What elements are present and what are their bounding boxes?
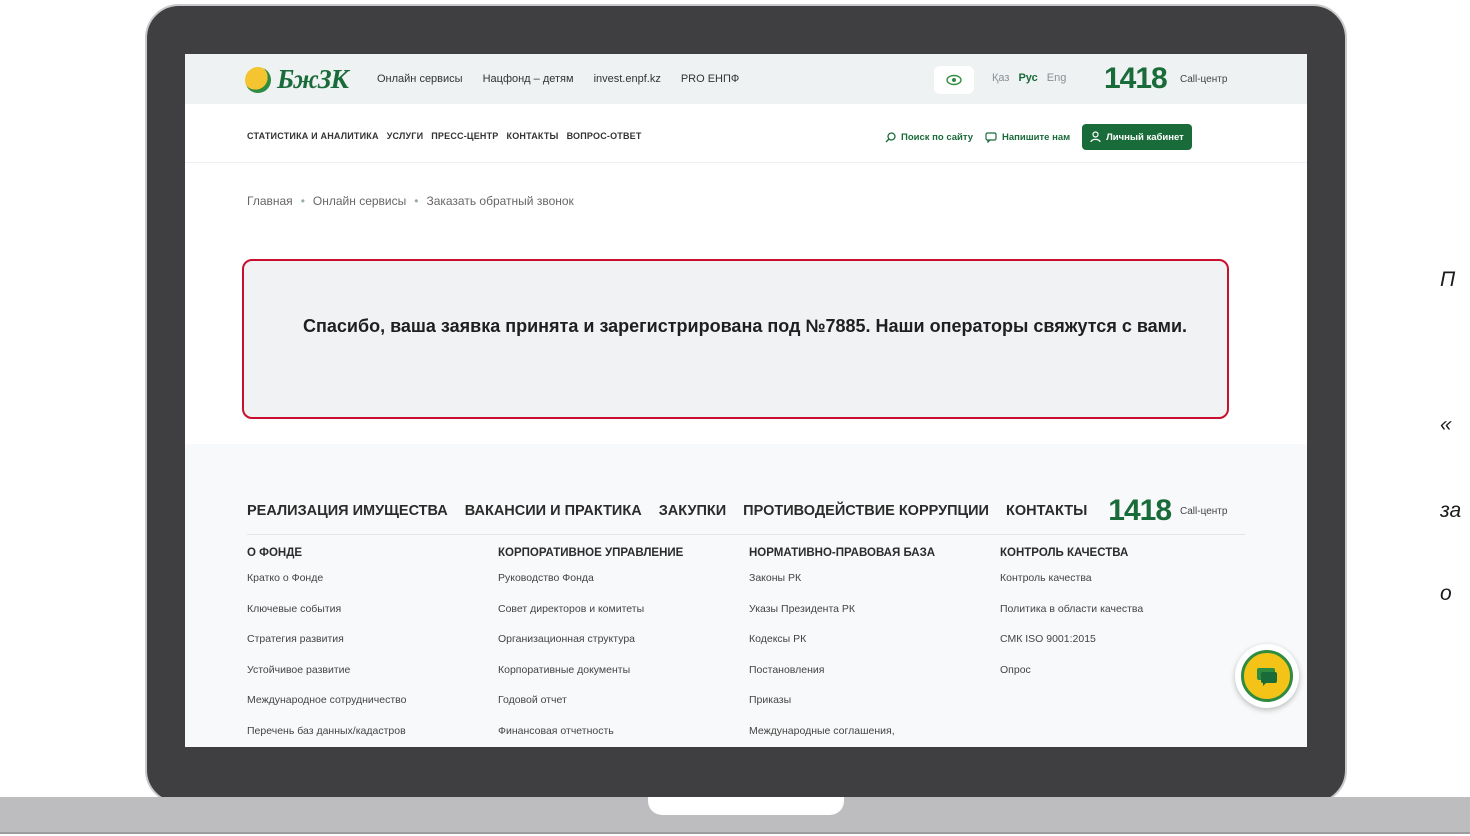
lang-rus[interactable]: Рус: [1018, 72, 1037, 84]
footer-link[interactable]: Законы РК: [749, 572, 989, 603]
footer-phone-label: Call-центр: [1180, 505, 1228, 517]
footer-link[interactable]: Указы Президента РК: [749, 603, 989, 634]
footer-link[interactable]: Постановления: [749, 664, 989, 695]
logo-mark-icon: [245, 66, 271, 93]
breadcrumb-separator: •: [414, 194, 419, 208]
top-nav: Онлайн сервисы Нацфонд – детям invest.en…: [377, 73, 739, 85]
nav-faq[interactable]: ВОПРОС-ОТВЕТ: [567, 131, 642, 141]
call-center-label: Call-центр: [1180, 74, 1228, 85]
breadcrumb: Главная • Онлайн сервисы • Заказать обра…: [247, 194, 574, 208]
footer-link[interactable]: Организационная структура: [498, 633, 738, 664]
footer-nav-vacancies[interactable]: ВАКАНСИИ И ПРАКТИКА: [465, 503, 642, 519]
lang-eng[interactable]: Eng: [1047, 72, 1067, 84]
main-nav: СТАТИСТИКА И АНАЛИТИКА УСЛУГИ ПРЕСС-ЦЕНТ…: [247, 131, 642, 141]
footer-link[interactable]: Кодексы РК: [749, 633, 989, 664]
footer-link[interactable]: Ключевые события: [247, 603, 487, 634]
top-nav-natsfond-children[interactable]: Нацфонд – детям: [483, 73, 574, 85]
footer-column-about: О ФОНДЕ Кратко о Фонде Ключевые события …: [247, 547, 487, 747]
footer-column-title: О ФОНДЕ: [247, 547, 303, 559]
footer-link[interactable]: СМК ISO 9001:2015: [1000, 633, 1240, 664]
nav-statistics[interactable]: СТАТИСТИКА И АНАЛИТИКА: [247, 131, 379, 141]
call-center-phone[interactable]: 1418: [1104, 62, 1168, 96]
breadcrumb-separator: •: [300, 194, 305, 208]
footer-phone[interactable]: 1418: [1108, 494, 1172, 528]
search-site-label: Поиск по сайту: [901, 131, 974, 143]
personal-cabinet-label: Личный кабинет: [1106, 131, 1184, 143]
breadcrumb-online-services[interactable]: Онлайн сервисы: [313, 194, 406, 208]
footer-link[interactable]: Опрос: [1000, 664, 1240, 695]
side-text-2: «: [1440, 413, 1452, 436]
top-bar: БжЗК Онлайн сервисы Нацфонд – детям inve…: [185, 54, 1307, 104]
logo-text: БжЗК: [277, 64, 349, 94]
header-tools: Поиск по сайту Напишите нам Личный кабин…: [885, 124, 1192, 150]
footer-link[interactable]: Контроль качества: [1000, 572, 1240, 603]
chat-widget-inner: [1241, 650, 1293, 702]
personal-cabinet-button[interactable]: Личный кабинет: [1082, 124, 1192, 150]
breadcrumb-home[interactable]: Главная: [247, 194, 293, 208]
top-nav-online-services[interactable]: Онлайн сервисы: [377, 73, 463, 85]
accessibility-eye-button[interactable]: [934, 66, 974, 94]
footer-link[interactable]: Международные соглашения,: [749, 725, 989, 748]
browser-screen: БжЗК Онлайн сервисы Нацфонд – детям inve…: [185, 54, 1307, 747]
footer-column-title: КОНТРОЛЬ КАЧЕСТВА: [1000, 547, 1129, 559]
footer-link[interactable]: Политика в области качества: [1000, 603, 1240, 634]
lang-kaz[interactable]: Қаз: [992, 72, 1009, 84]
footer-column-legal: НОРМАТИВНО-ПРАВОВАЯ БАЗА Законы РК Указы…: [749, 547, 989, 747]
nav-contacts[interactable]: КОНТАКТЫ: [507, 131, 559, 141]
footer-nav: РЕАЛИЗАЦИЯ ИМУЩЕСТВА ВАКАНСИИ И ПРАКТИКА…: [247, 494, 1227, 528]
footer-divider: [247, 534, 1245, 535]
language-switcher: Қаз Рус Eng: [992, 72, 1066, 84]
footer-link[interactable]: Приказы: [749, 694, 989, 725]
footer-link[interactable]: Корпоративные документы: [498, 664, 738, 695]
breadcrumb-current: Заказать обратный звонок: [426, 194, 574, 208]
side-text-4: о: [1440, 582, 1452, 605]
footer-column-title: КОРПОРАТИВНОЕ УПРАВЛЕНИЕ: [498, 547, 684, 559]
footer-column-corporate: КОРПОРАТИВНОЕ УПРАВЛЕНИЕ Руководство Фон…: [498, 547, 738, 747]
footer-link[interactable]: Финансовая отчетность: [498, 725, 738, 748]
side-text-1: П: [1440, 268, 1456, 291]
message-icon: [985, 131, 997, 143]
search-site-button[interactable]: Поиск по сайту: [885, 132, 973, 143]
user-icon: [1090, 131, 1101, 143]
eye-icon: [946, 74, 962, 86]
nav-services[interactable]: УСЛУГИ: [387, 131, 424, 141]
site-footer: РЕАЛИЗАЦИЯ ИМУЩЕСТВА ВАКАНСИИ И ПРАКТИКА…: [185, 444, 1307, 747]
footer-link[interactable]: Кратко о Фонде: [247, 572, 487, 603]
chat-icon: [1257, 668, 1277, 686]
footer-nav-contacts[interactable]: КОНТАКТЫ: [1006, 503, 1087, 519]
success-notice: Спасибо, ваша заявка принята и зарегистр…: [242, 259, 1229, 419]
top-nav-pro-enpf[interactable]: PRO ЕНПФ: [681, 73, 739, 85]
write-us-button[interactable]: Напишите нам: [985, 132, 1070, 143]
chat-widget-button[interactable]: [1235, 644, 1299, 708]
footer-link[interactable]: Стратегия развития: [247, 633, 487, 664]
write-us-label: Напишите нам: [1002, 131, 1071, 143]
footer-link[interactable]: Перечень баз данных/кадастров: [247, 725, 487, 748]
footer-link[interactable]: Совет директоров и комитеты: [498, 603, 738, 634]
footer-link[interactable]: Годовой отчет: [498, 694, 738, 725]
footer-nav-property[interactable]: РЕАЛИЗАЦИЯ ИМУЩЕСТВА: [247, 503, 448, 519]
laptop-notch: [648, 797, 844, 815]
success-message: Спасибо, ваша заявка принята и зарегистр…: [303, 316, 1188, 336]
footer-link[interactable]: Устойчивое развитие: [247, 664, 487, 695]
search-icon: [885, 131, 896, 142]
header-divider: [185, 162, 1307, 163]
site-logo[interactable]: БжЗК: [245, 64, 349, 95]
footer-link[interactable]: Международное сотрудничество: [247, 694, 487, 725]
footer-link[interactable]: Руководство Фонда: [498, 572, 738, 603]
top-nav-invest[interactable]: invest.enpf.kz: [594, 73, 661, 85]
nav-press-center[interactable]: ПРЕСС-ЦЕНТР: [431, 131, 498, 141]
footer-nav-procurement[interactable]: ЗАКУПКИ: [659, 503, 726, 519]
side-text-3: за: [1440, 499, 1462, 522]
footer-column-title: НОРМАТИВНО-ПРАВОВАЯ БАЗА: [749, 547, 936, 559]
footer-nav-anticorruption[interactable]: ПРОТИВОДЕЙСТВИЕ КОРРУПЦИИ: [743, 503, 989, 519]
footer-column-quality: КОНТРОЛЬ КАЧЕСТВА Контроль качества Поли…: [1000, 547, 1240, 694]
